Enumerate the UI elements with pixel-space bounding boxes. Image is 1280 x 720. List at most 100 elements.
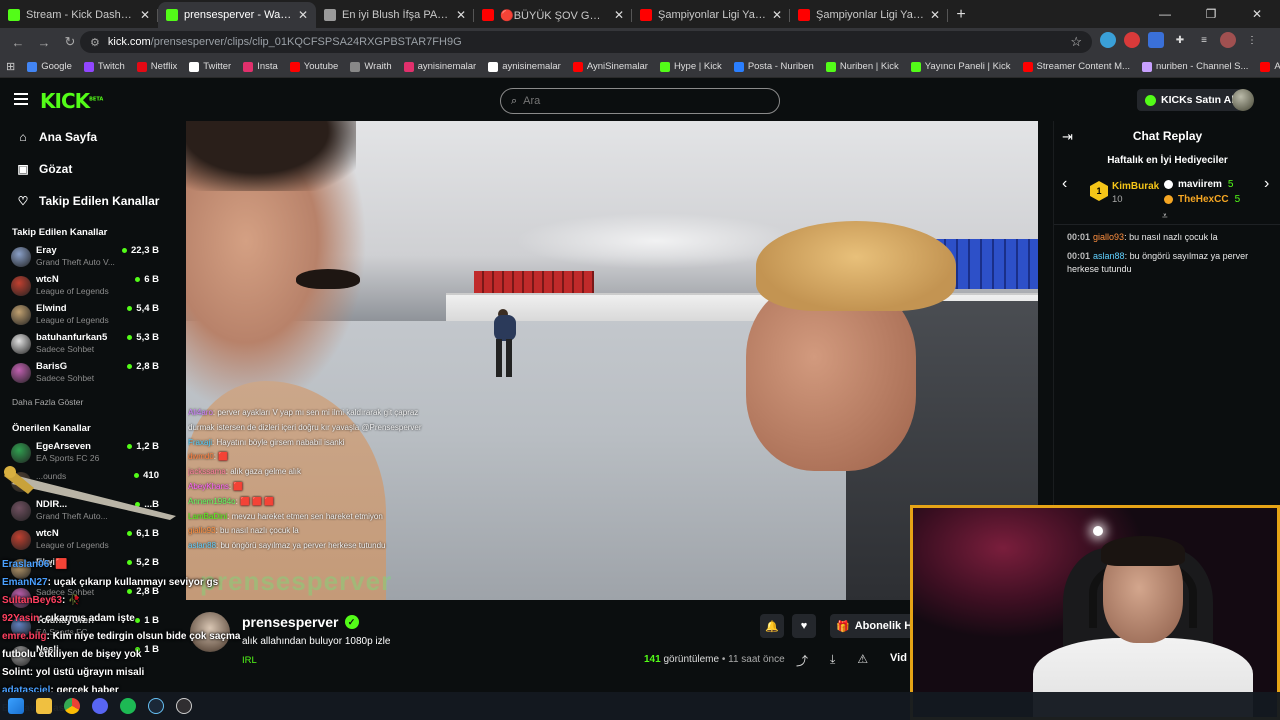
- bookmark-item[interactable]: Google: [27, 61, 72, 72]
- report-icon[interactable]: ⚠: [857, 652, 868, 669]
- chevron-left-icon[interactable]: ‹: [1062, 175, 1067, 193]
- tab-title: Şampiyonlar Ligi Yan Final | PS: [658, 9, 766, 21]
- gifter-entry[interactable]: TheHexCC 5: [1164, 194, 1240, 205]
- bookmark-item[interactable]: Wraith: [350, 61, 392, 72]
- spotify-icon[interactable]: [120, 698, 136, 714]
- close-tab-icon[interactable]: ✕: [456, 8, 466, 22]
- bookmark-item[interactable]: Netflix: [136, 61, 177, 72]
- minimize-button[interactable]: —: [1142, 0, 1188, 28]
- bookmark-label: Youtube: [303, 61, 339, 72]
- chat-username[interactable]: aslan88: [1093, 251, 1125, 261]
- bookmark-label: Posta - Nuriben: [747, 61, 814, 72]
- forward-button[interactable]: →: [32, 30, 56, 54]
- browser-tab[interactable]: prensesperver - Watch clips ✕: [158, 2, 316, 28]
- download-icon[interactable]: ⤓: [830, 652, 835, 669]
- extension-icon[interactable]: [1124, 32, 1140, 48]
- close-window-button[interactable]: ✕: [1234, 0, 1280, 28]
- show-more-link[interactable]: Daha Fazla Göster: [0, 387, 168, 413]
- channel-avatar: [11, 530, 31, 550]
- bookmark-star-icon[interactable]: ☆: [1070, 34, 1082, 50]
- notification-bell-button[interactable]: 🔔: [760, 614, 784, 638]
- view-label: görüntüleme: [663, 654, 720, 665]
- sidebar-nav-item[interactable]: ♡ Takip Edilen Kanallar: [0, 185, 168, 217]
- skater-figure: [486, 309, 520, 379]
- menu-dots-icon[interactable]: ⋮: [1244, 32, 1260, 48]
- bookmark-item[interactable]: Nuriben | Kick: [825, 61, 899, 72]
- chevron-right-icon[interactable]: ›: [1264, 175, 1269, 193]
- browser-tab[interactable]: En iyi Blush İfşa PART 1 - Tier L ✕: [316, 2, 474, 28]
- obs-icon[interactable]: [176, 698, 192, 714]
- close-tab-icon[interactable]: ✕: [614, 8, 624, 22]
- extension-icon[interactable]: [1100, 32, 1116, 48]
- sidebar-channel-item[interactable]: Elwind League of Legends 5,4 B: [0, 300, 168, 329]
- sidebar-channel-item[interactable]: batuhanfurkan5 Sadece Sohbet 5,3 B: [0, 329, 168, 358]
- follow-heart-button[interactable]: ♥: [792, 614, 816, 638]
- bookmark-item[interactable]: Posta - Nuriben: [733, 61, 814, 72]
- bookmark-favicon-icon: [289, 61, 300, 72]
- close-tab-icon[interactable]: ✕: [140, 8, 150, 22]
- browser-tab[interactable]: Stream - Kick Dashboard ✕: [0, 2, 158, 28]
- gift-subscription-button[interactable]: 🎁 Abonelik Hediye Et: [830, 614, 912, 638]
- sidebar-nav-label: Ana Sayfa: [39, 130, 98, 144]
- bookmark-favicon-icon: [1260, 61, 1271, 72]
- bookmark-item[interactable]: Hype | Kick: [659, 61, 722, 72]
- browser-tab[interactable]: Şampiyonlar Ligi Yan Final | Ati ✕: [790, 2, 948, 28]
- apps-grid-icon[interactable]: ⊞: [6, 60, 15, 73]
- windows-start-icon[interactable]: [8, 698, 24, 714]
- sidebar-channel-item[interactable]: Eray Grand Theft Auto V... 22,3 B: [0, 242, 168, 271]
- reading-list-icon[interactable]: ≡: [1196, 32, 1212, 48]
- back-button[interactable]: ←: [6, 30, 30, 54]
- new-tab-button[interactable]: +: [948, 2, 974, 28]
- overlay-chat-user: Solint: [2, 667, 30, 678]
- bookmark-item[interactable]: Twitter: [189, 61, 231, 72]
- bookmark-favicon-icon: [1141, 61, 1152, 72]
- bookmark-item[interactable]: Yayıncı Paneli | Kick: [910, 61, 1011, 72]
- sidebar-channel-item[interactable]: BarisG Sadece Sohbet 2,8 B: [0, 358, 168, 387]
- close-tab-icon[interactable]: ✕: [298, 8, 308, 22]
- maximize-button[interactable]: ❐: [1188, 0, 1234, 28]
- url-field[interactable]: ⚙ kick.com/prensesperver/clips/clip_01KQ…: [80, 31, 1092, 53]
- user-avatar[interactable]: [1232, 89, 1254, 111]
- bookmark-item[interactable]: aynisinemalar: [403, 61, 476, 72]
- steam-icon[interactable]: [148, 698, 164, 714]
- bookmark-item[interactable]: Youtube: [289, 61, 339, 72]
- browser-tab[interactable]: 🔴BÜYÜK ŞOV GÜNÜ 🔥 I GR ✕: [474, 2, 632, 28]
- buy-kicks-button[interactable]: KICKs Satın Al: [1137, 89, 1243, 111]
- search-bar[interactable]: ⌕: [500, 88, 780, 114]
- chrome-icon[interactable]: [64, 698, 80, 714]
- bookmark-item[interactable]: Twitch: [83, 61, 125, 72]
- sidebar-nav-label: Gözat: [39, 162, 73, 176]
- close-tab-icon[interactable]: ✕: [930, 8, 940, 22]
- close-tab-icon[interactable]: ✕: [772, 8, 782, 22]
- sidebar-nav-item[interactable]: ▣ Gözat: [0, 153, 168, 185]
- search-input[interactable]: [523, 95, 754, 107]
- hamburger-menu-icon[interactable]: [14, 93, 28, 108]
- gifter-entry[interactable]: maviirem 5: [1164, 179, 1233, 190]
- video-chat-line: LamBaDini: mevzu hareket etmen sen harek…: [188, 510, 468, 525]
- bookmark-label: Streamer Content M...: [1036, 61, 1130, 72]
- sidebar-channel-item[interactable]: wtcN League of Legends 6,1 B: [0, 525, 168, 554]
- kick-logo[interactable]: KICKBETA: [40, 89, 103, 113]
- bookmark-item[interactable]: Insta: [243, 61, 278, 72]
- share-icon[interactable]: ⤴: [796, 652, 808, 669]
- sidebar-channel-item[interactable]: wtcN League of Legends 6 B: [0, 271, 168, 300]
- bookmark-item[interactable]: aynisinemalar: [488, 61, 561, 72]
- top-gifter-name[interactable]: KimBurak: [1112, 181, 1159, 192]
- shield-icon[interactable]: [1148, 32, 1164, 48]
- site-info-icon[interactable]: ⚙: [90, 36, 100, 49]
- file-explorer-icon[interactable]: [36, 698, 52, 714]
- discord-icon[interactable]: [92, 698, 108, 714]
- puzzle-icon[interactable]: ✚: [1172, 32, 1188, 48]
- sidebar-nav-item[interactable]: ⌂ Ana Sayfa: [0, 121, 168, 153]
- bookmark-item[interactable]: AyniSinemalar: [572, 61, 648, 72]
- leaderboard-expand-icon[interactable]: ⩡: [1162, 211, 1168, 222]
- reload-button[interactable]: ↻: [58, 30, 82, 54]
- profile-icon[interactable]: [1220, 32, 1236, 48]
- recommended-channels-heading: Önerilen Kanallar: [12, 423, 91, 434]
- bookmark-item[interactable]: Aynı Sinemalar - Ça...: [1260, 61, 1280, 72]
- bookmark-item[interactable]: Streamer Content M...: [1022, 61, 1130, 72]
- browser-tab[interactable]: Şampiyonlar Ligi Yan Final | PS ✕: [632, 2, 790, 28]
- chat-username[interactable]: giallo93: [1093, 232, 1124, 242]
- bookmark-item[interactable]: nuriben - Channel S...: [1141, 61, 1248, 72]
- live-dot-icon: [127, 364, 133, 369]
